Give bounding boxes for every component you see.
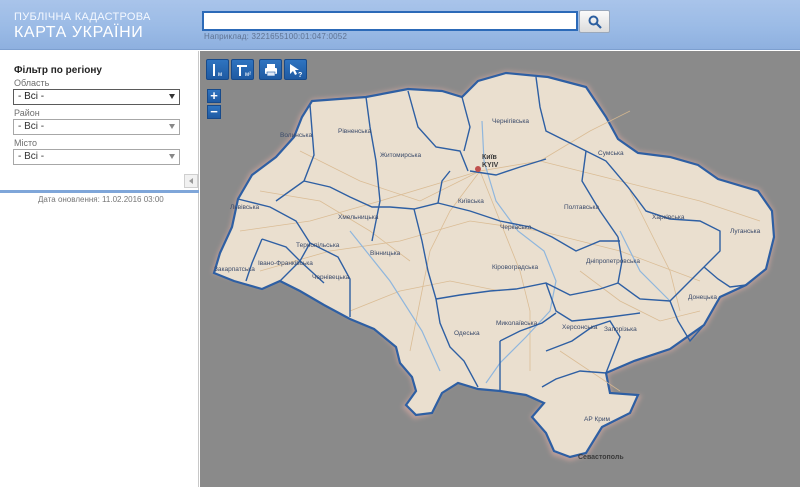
- search-example-hint: Наприклад: 3221655100:01:047:0052: [204, 32, 348, 41]
- svg-text:?: ?: [298, 72, 302, 78]
- raion-select-value: - Всі -: [18, 121, 45, 132]
- chevron-down-icon: [169, 94, 175, 99]
- region-label-luhansk: Луганська: [730, 228, 761, 235]
- ruler-icon: м: [213, 64, 222, 78]
- city-label: Місто: [14, 138, 38, 148]
- filter-title: Фільтр по регіону: [14, 65, 102, 76]
- region-label-kherson: Херсонська: [562, 324, 598, 331]
- print-icon: [265, 64, 277, 77]
- region-label-cherkasy: Черкаська: [500, 224, 532, 231]
- region-label-lviv: Львівська: [230, 203, 260, 211]
- ruler-button[interactable]: м: [206, 59, 229, 80]
- map-canvas[interactable]: Волинська Рівненська Житомирська Чернігі…: [200, 51, 800, 487]
- logo-line2: КАРТА УКРАЇНИ: [14, 24, 144, 41]
- region-label-vinnytsia: Вінницька: [370, 249, 401, 257]
- region-label-zhytomyr: Житомирська: [380, 152, 421, 159]
- region-label-chernivtsi: Чернівецька: [312, 273, 350, 281]
- region-label-kirovohrad: Кіровоградська: [492, 263, 538, 271]
- city-marker: [475, 166, 481, 172]
- region-label-ivano-frankivsk: Івано-Франківська: [258, 259, 313, 267]
- region-label-mykolaiv: Миколаївська: [496, 320, 538, 327]
- region-label-donetsk: Донецька: [688, 294, 717, 301]
- identify-button[interactable]: ?: [284, 59, 307, 80]
- region-label-kharkiv: Харківська: [652, 213, 685, 221]
- region-label-zakarpattia: Закарпатська: [214, 266, 255, 273]
- zoom-in-button[interactable]: +: [207, 89, 221, 103]
- region-label-khmelnytskyi: Хмельницька: [338, 214, 379, 221]
- region-label-kyiv-oblast: Київська: [458, 198, 484, 205]
- zoom-out-button[interactable]: −: [207, 105, 221, 119]
- region-label-rivne: Рівненська: [338, 127, 372, 135]
- chevron-down-icon: [169, 124, 175, 129]
- region-label-zaporizhzhia: Запорізька: [604, 325, 637, 333]
- city-label-sevastopol: Севастополь: [578, 454, 624, 461]
- logo-line1: ПУБЛІЧНА КАДАСТРОВА: [14, 11, 151, 23]
- region-label-dnipro: Дніпропетровська: [586, 257, 640, 265]
- oblast-select-value: - Всі -: [18, 91, 45, 102]
- chevron-down-icon: [169, 154, 175, 159]
- update-date: Дата оновлення: 11.02.2016 03:00: [38, 195, 164, 204]
- area-unit-text: м²: [245, 72, 251, 78]
- filter-sidebar: Фільтр по регіону Область - Всі - Район …: [0, 51, 199, 487]
- header-bar: ПУБЛІЧНА КАДАСТРОВА КАРТА УКРАЇНИ Наприк…: [0, 0, 800, 50]
- city-select-value: - Всі -: [18, 151, 45, 162]
- area-measure-button[interactable]: м²: [231, 59, 254, 80]
- region-label-odesa: Одеська: [454, 330, 480, 337]
- oblast-select[interactable]: - Всі -: [13, 89, 180, 105]
- region-label-chernihiv: Чернігівська: [492, 117, 529, 125]
- oblast-label: Область: [14, 78, 50, 88]
- print-button[interactable]: [259, 59, 282, 80]
- area-measure-icon: м²: [237, 65, 251, 78]
- magnifier-icon: [588, 15, 602, 29]
- raion-select[interactable]: - Всі -: [13, 119, 180, 135]
- collapse-sidebar-button[interactable]: [184, 174, 198, 188]
- region-label-crimea: АР Крим: [584, 416, 611, 423]
- region-label-poltava: Полтавська: [564, 204, 599, 211]
- ruler-unit-text: м: [218, 72, 222, 78]
- search-button[interactable]: [579, 10, 610, 33]
- city-select[interactable]: - Всі -: [13, 149, 180, 165]
- region-label-ternopil: Тернопільська: [296, 241, 340, 249]
- region-label-sumy: Сумська: [598, 150, 624, 157]
- cadastral-search-input[interactable]: [202, 11, 578, 31]
- site-logo[interactable]: ПУБЛІЧНА КАДАСТРОВА КАРТА УКРАЇНИ: [14, 11, 151, 41]
- identify-icon: ?: [290, 64, 302, 78]
- ukraine-map: Волинська Рівненська Житомирська Чернігі…: [212, 71, 776, 461]
- city-label-kyiv: Київ: [482, 154, 498, 161]
- raion-label: Район: [14, 108, 40, 118]
- sidebar-divider: [0, 190, 199, 193]
- city-label-kyiv-latin: KYIV: [482, 162, 499, 169]
- region-label-volyn: Волинська: [280, 132, 312, 139]
